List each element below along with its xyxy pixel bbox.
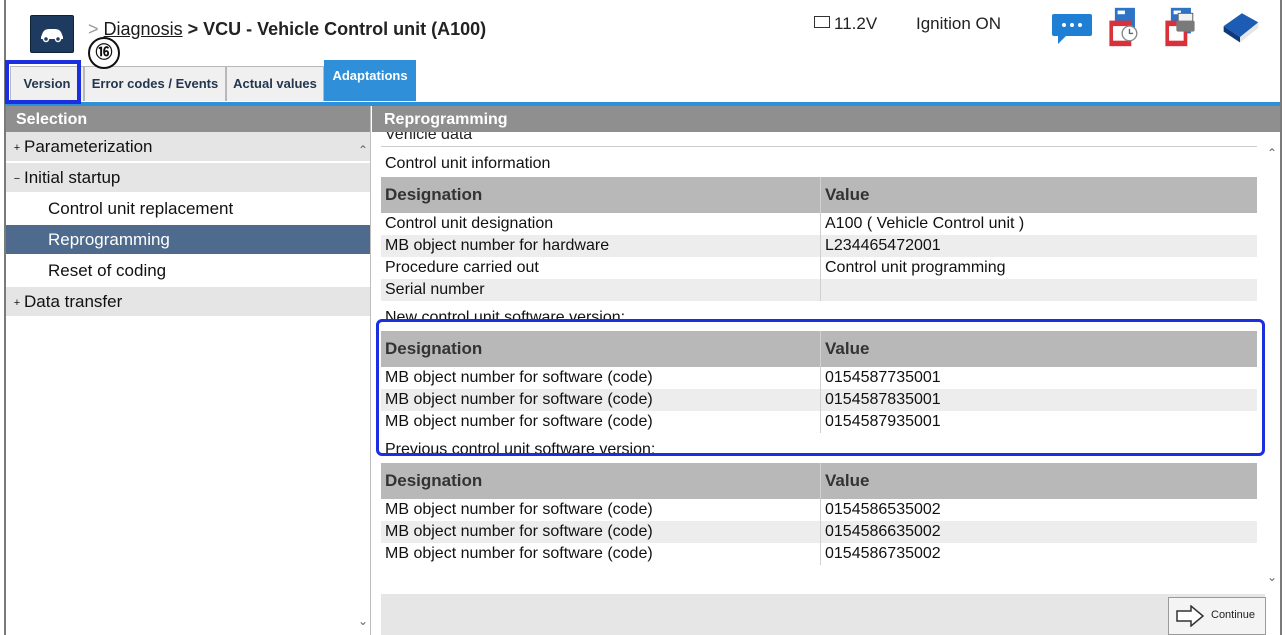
- designation-cell: MB object number for software (code): [381, 543, 821, 565]
- header-bar: > Diagnosis > VCU - Vehicle Control unit…: [6, 0, 1280, 60]
- table-row: Serial number: [381, 279, 1257, 301]
- tree-item-parameterization[interactable]: + Parameterization: [6, 132, 370, 163]
- car-icon[interactable]: [30, 15, 74, 53]
- table-row: Procedure carried out Control unit progra…: [381, 257, 1257, 279]
- control-unit-info-table: Designation Value Control unit designatio…: [381, 177, 1257, 301]
- pdf-print-icon[interactable]: [1162, 6, 1198, 48]
- tree-item-control-unit-replacement[interactable]: Control unit replacement: [6, 194, 370, 225]
- scroll-up-icon[interactable]: ⌃: [1267, 146, 1277, 160]
- table-row: MB object number for software (code) 0154…: [381, 499, 1257, 521]
- reprogramming-header: Reprogramming: [372, 106, 1280, 132]
- tree-item-label: Initial startup: [24, 168, 121, 187]
- designation-cell: Control unit designation: [381, 213, 821, 235]
- ignition-status: Ignition ON: [916, 14, 1002, 33]
- expand-icon[interactable]: +: [12, 289, 22, 318]
- scroll-down-icon[interactable]: ⌄: [1267, 570, 1277, 584]
- continue-label: Continue: [1211, 609, 1256, 621]
- tree-item-label: Data transfer: [24, 292, 123, 311]
- designation-cell: Procedure carried out: [381, 257, 821, 279]
- col-value: Value: [820, 177, 1257, 213]
- book-icon[interactable]: [1218, 6, 1264, 48]
- tab-actual-values[interactable]: Actual values: [226, 66, 324, 101]
- previous-version-table: Designation Value MB object number for so…: [381, 463, 1257, 565]
- chat-icon[interactable]: [1050, 12, 1094, 46]
- col-designation: Designation: [381, 177, 821, 213]
- tab-adaptations[interactable]: Adaptations: [324, 60, 416, 101]
- table-row: MB object number for software (code) 0154…: [381, 543, 1257, 565]
- designation-cell: MB object number for software (code): [381, 499, 821, 521]
- value-cell: 0154586735002: [825, 545, 941, 562]
- selection-pane: Selection + Parameterization − Initial sta…: [6, 106, 371, 635]
- pdf-report-icon[interactable]: [1106, 6, 1142, 48]
- breadcrumb-diagnosis-link[interactable]: Diagnosis: [104, 19, 183, 39]
- value-cell: 0154586635002: [820, 521, 1257, 543]
- scroll-down-icon[interactable]: ⌄: [358, 614, 368, 628]
- value-cell: [820, 279, 1257, 301]
- voltage-value: 11.2V: [834, 14, 878, 33]
- collapse-icon[interactable]: −: [12, 165, 22, 194]
- control-unit-info-title: Control unit information: [385, 155, 551, 172]
- tree-item-reprogramming[interactable]: Reprogramming: [6, 225, 370, 256]
- version-tab-highlight: [5, 60, 81, 104]
- tab-error-codes-events[interactable]: Error codes / Events: [84, 66, 226, 101]
- new-version-highlight: [376, 319, 1265, 456]
- value-cell: A100 ( Vehicle Control unit ): [825, 215, 1025, 232]
- scroll-up-icon[interactable]: ⌃: [358, 143, 368, 157]
- battery-icon: [814, 16, 830, 28]
- tree-item-reset-of-coding[interactable]: Reset of coding: [6, 256, 370, 287]
- value-cell: L234465472001: [820, 235, 1257, 257]
- designation-cell: MB object number for software (code): [381, 521, 821, 543]
- table-row: Control unit designation A100 ( Vehicle C…: [381, 213, 1257, 235]
- tree-item-label: Parameterization: [24, 137, 153, 156]
- col-designation: Designation: [381, 463, 821, 499]
- tree-item-data-transfer[interactable]: + Data transfer: [6, 287, 370, 318]
- annotation-badge: ⑯: [88, 37, 120, 69]
- battery-voltage: 11.2V: [814, 14, 877, 34]
- vehicle-data-heading: Vehicle data: [381, 132, 1257, 147]
- selection-header: Selection: [6, 106, 370, 132]
- breadcrumb-separator: >: [88, 19, 99, 39]
- designation-cell: Serial number: [381, 279, 821, 301]
- tab-bar: Version Error codes / Events Actual valu…: [6, 60, 1280, 106]
- value-cell: 0154586535002: [825, 501, 941, 518]
- designation-cell: MB object number for hardware: [381, 235, 821, 257]
- breadcrumb-current: > VCU - Vehicle Control unit (A100): [187, 19, 487, 39]
- value-cell: Control unit programming: [825, 259, 1006, 276]
- table-row: MB object number for software (code) 0154…: [381, 521, 1257, 543]
- tree-item-initial-startup[interactable]: − Initial startup: [6, 163, 370, 194]
- breadcrumb: > Diagnosis > VCU - Vehicle Control unit…: [88, 19, 486, 40]
- footer-bar: [381, 594, 1265, 635]
- table-row: MB object number for hardware L2344654720…: [381, 235, 1257, 257]
- arrow-right-icon: [1176, 605, 1205, 627]
- expand-icon[interactable]: +: [12, 134, 22, 163]
- col-value: Value: [820, 463, 1257, 499]
- continue-button[interactable]: Continue: [1168, 597, 1266, 635]
